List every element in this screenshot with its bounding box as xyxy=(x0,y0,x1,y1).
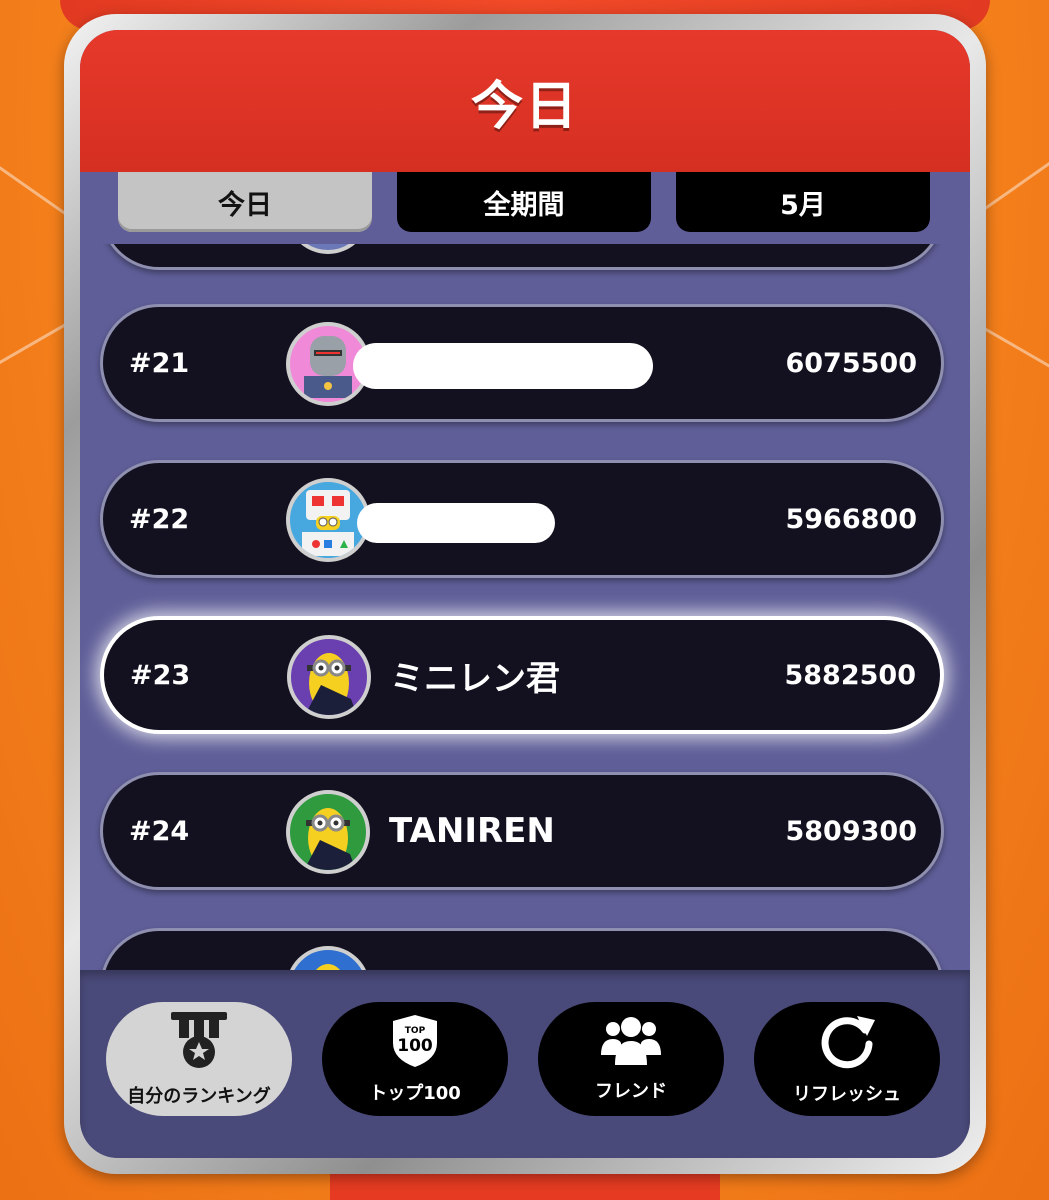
table-row xyxy=(100,244,944,270)
refresh-button[interactable]: リフレッシュ xyxy=(754,1002,940,1116)
score-value: 5882500 xyxy=(784,659,916,691)
refresh-label: リフレッシュ xyxy=(793,1084,901,1105)
top100-button[interactable]: TOP 100 トップ100 xyxy=(322,1002,508,1116)
score-value: 5966800 xyxy=(785,503,917,535)
tab-all-time[interactable]: 全期間 xyxy=(397,172,651,232)
rank-label: #24 xyxy=(129,815,190,847)
friends-icon xyxy=(599,1015,663,1071)
top100-badge-top: TOP xyxy=(405,1026,426,1036)
rank-label: #22 xyxy=(129,503,190,535)
table-row[interactable]: #24 TANIREN 5809300 xyxy=(100,772,944,890)
leaderboard-panel: 今日 今日 全期間 5月 #21 6075500 #22 5966800 #23… xyxy=(64,14,986,1174)
tab-may[interactable]: 5月 xyxy=(676,172,930,232)
tab-today[interactable]: 今日 xyxy=(118,172,372,232)
bottom-toolbar: 自分のランキング TOP 100 トップ100 フレンド リフレッシュ xyxy=(80,970,970,1158)
minion-green-avatar xyxy=(286,790,370,874)
table-row-current-user[interactable]: #23 ミニレン君 5882500 xyxy=(100,616,944,734)
score-value: 6075500 xyxy=(785,347,917,379)
top100-label: トップ100 xyxy=(369,1083,461,1104)
avatar xyxy=(286,244,370,254)
medal-icon xyxy=(167,1010,231,1076)
friends-label: フレンド xyxy=(595,1081,667,1102)
panel-header: 今日 xyxy=(80,30,970,172)
my-ranking-button[interactable]: 自分のランキング xyxy=(106,1002,292,1116)
period-tabs: 今日 全期間 5月 xyxy=(118,172,930,236)
minion-purple-avatar xyxy=(287,635,371,719)
top100-badge-num: 100 xyxy=(397,1036,433,1056)
rank-label: #23 xyxy=(130,659,191,691)
table-row[interactable]: #22 5966800 xyxy=(100,460,944,578)
ranking-list[interactable]: #21 6075500 #22 5966800 #23 ミニレン君 588250… xyxy=(80,244,970,996)
redacted-name xyxy=(353,343,653,389)
player-name: TANIREN xyxy=(389,811,555,851)
player-name: ミニレン君 xyxy=(390,658,560,699)
table-row[interactable]: #21 6075500 xyxy=(100,304,944,422)
rank-label: #21 xyxy=(129,347,190,379)
top100-shield-icon: TOP 100 xyxy=(389,1013,441,1073)
my-ranking-label: 自分のランキング xyxy=(127,1086,271,1107)
score-value: 5809300 xyxy=(785,815,917,847)
page-title: 今日 xyxy=(470,76,579,137)
friends-button[interactable]: フレンド xyxy=(538,1002,724,1116)
panel-inner: 今日 今日 全期間 5月 #21 6075500 #22 5966800 #23… xyxy=(80,30,970,1158)
redacted-name xyxy=(357,503,555,543)
refresh-icon xyxy=(817,1012,877,1074)
